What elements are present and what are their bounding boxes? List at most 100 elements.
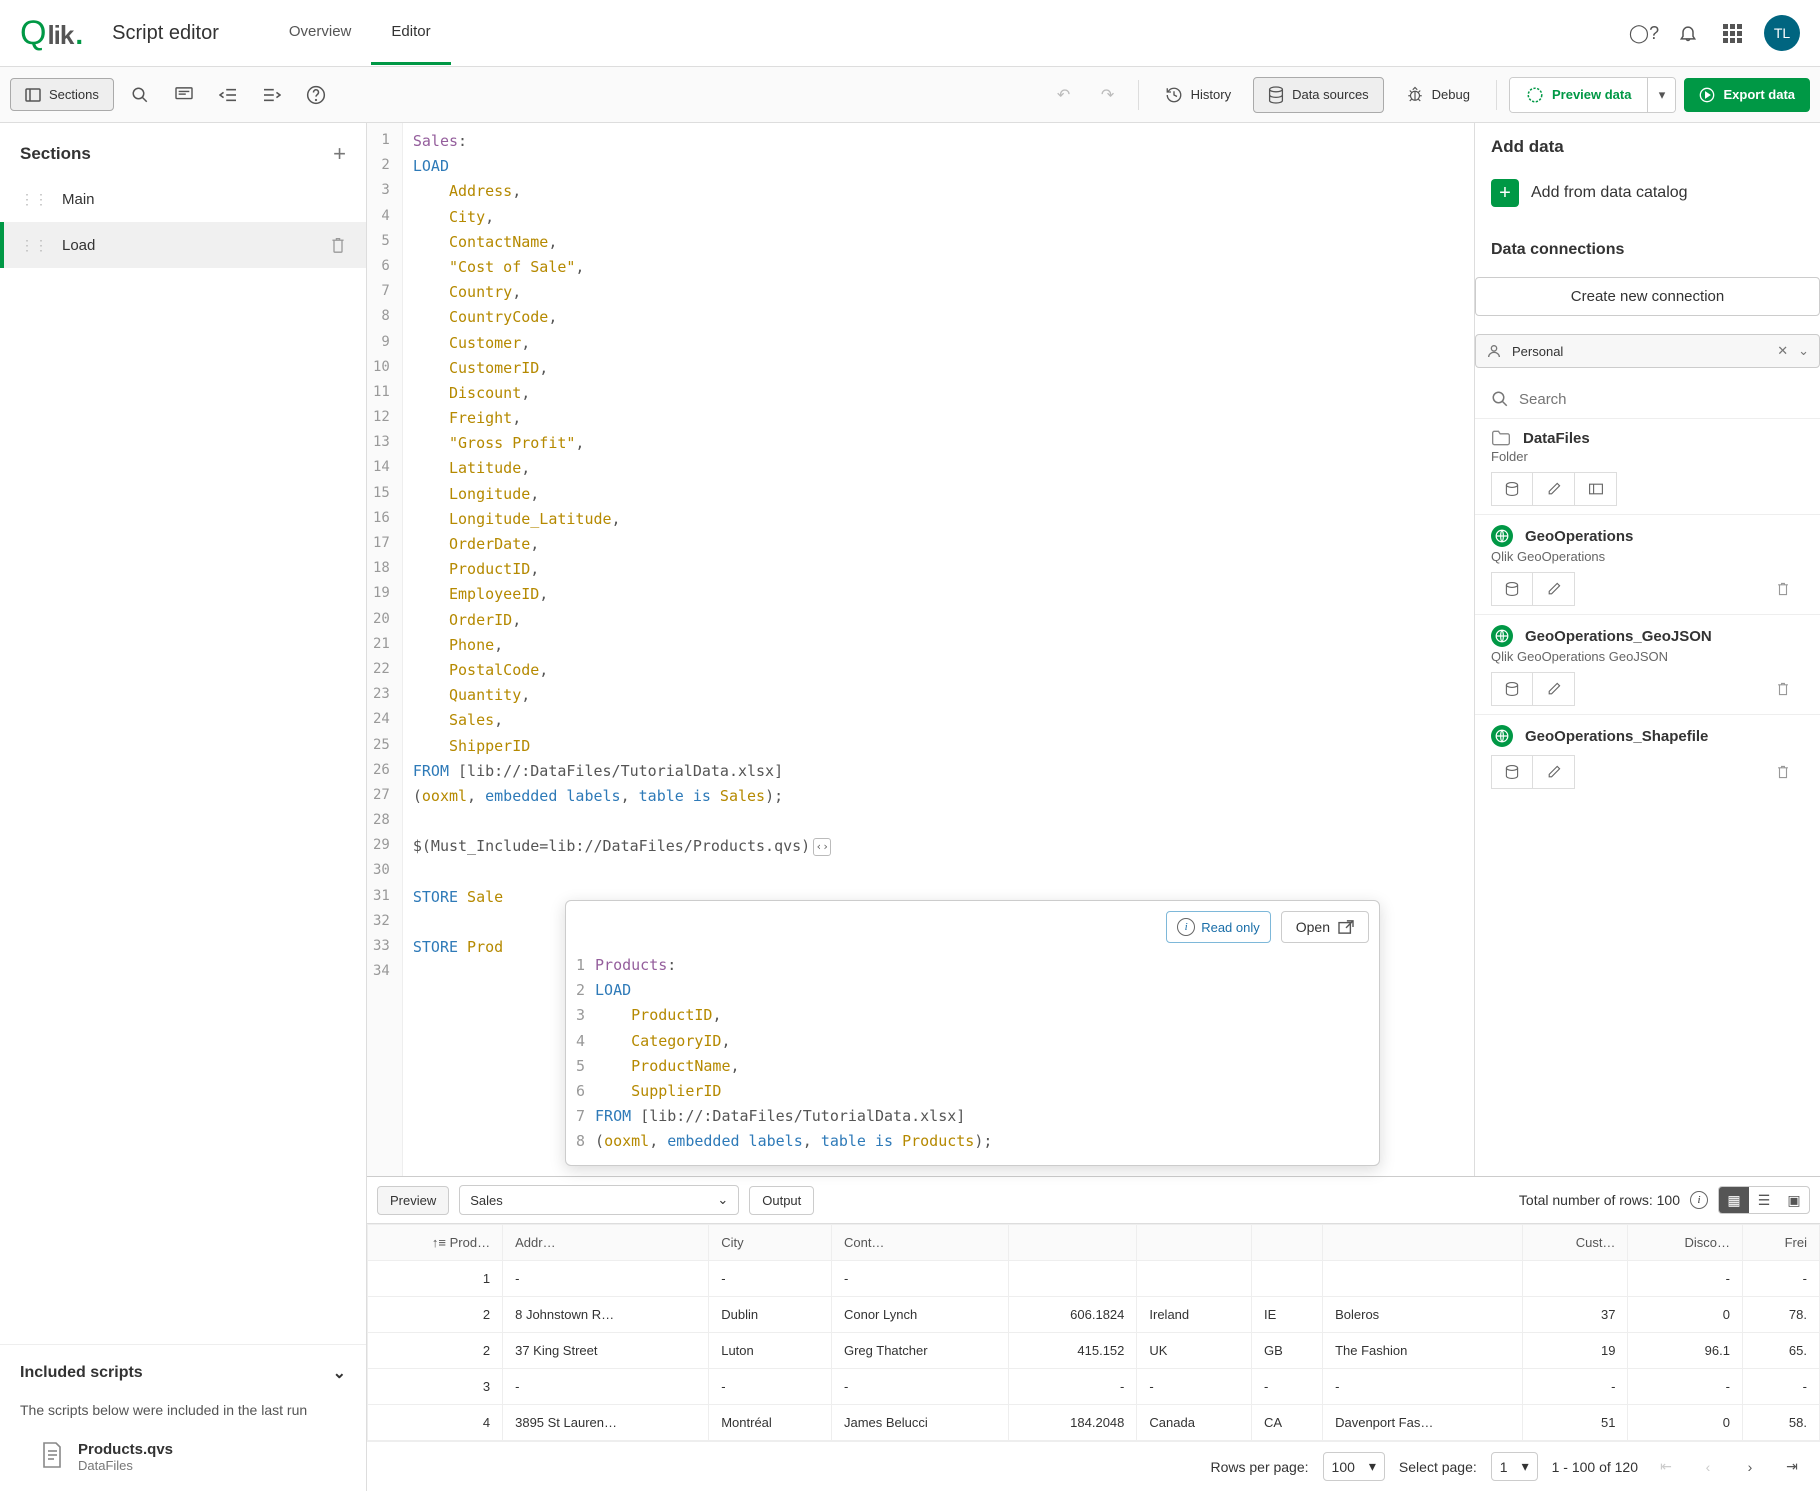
rows-per-page-label: Rows per page: xyxy=(1210,1459,1308,1475)
connection-search-input[interactable] xyxy=(1519,391,1804,408)
sidebar-title: Sections xyxy=(20,144,91,164)
edit-icon[interactable] xyxy=(1533,572,1575,606)
column-header[interactable]: City xyxy=(709,1225,832,1261)
chevron-down-icon[interactable]: ⌄ xyxy=(1798,343,1809,359)
search-icon[interactable] xyxy=(122,77,158,113)
included-scripts-toggle[interactable]: Included scripts ⌄ xyxy=(0,1345,366,1401)
column-header[interactable] xyxy=(1251,1225,1322,1261)
script-file-icon xyxy=(40,1441,64,1469)
add-section-button[interactable]: + xyxy=(333,141,346,167)
preview-grid[interactable]: ↑≡ Prod…Addr…CityCont…Cust…Disco…Frei1--… xyxy=(367,1223,1820,1441)
select-data-icon[interactable] xyxy=(1491,672,1533,706)
sidebar: Sections + ⋮⋮Main⋮⋮Load Included scripts… xyxy=(0,123,367,1491)
column-header[interactable]: Cust… xyxy=(1523,1225,1628,1261)
sidebar-item-main[interactable]: ⋮⋮Main xyxy=(0,177,366,222)
next-page-button[interactable]: › xyxy=(1736,1453,1764,1481)
drag-handle-icon[interactable]: ⋮⋮ xyxy=(20,237,48,254)
select-page-label: Select page: xyxy=(1399,1459,1477,1475)
included-note: The scripts below were included in the l… xyxy=(0,1401,366,1435)
bell-icon[interactable] xyxy=(1676,21,1700,45)
apps-icon[interactable] xyxy=(1720,21,1744,45)
folder-icon xyxy=(1491,429,1511,447)
outdent-icon[interactable] xyxy=(210,77,246,113)
column-header[interactable]: Cont… xyxy=(831,1225,1008,1261)
page-select[interactable]: 1▾ xyxy=(1491,1452,1538,1481)
table-select[interactable]: Sales⌄ xyxy=(459,1185,739,1215)
space-selector[interactable]: Personal ✕ ⌄ xyxy=(1475,334,1820,368)
edit-icon[interactable] xyxy=(1533,755,1575,789)
include-chip-icon[interactable]: ‹› xyxy=(813,838,831,856)
table-row[interactable]: 1----- xyxy=(368,1261,1820,1297)
comment-icon[interactable] xyxy=(166,77,202,113)
drag-handle-icon[interactable]: ⋮⋮ xyxy=(20,191,48,208)
bug-icon xyxy=(1406,86,1424,104)
connection-item[interactable]: GeoOperations Qlik GeoOperations xyxy=(1475,514,1820,614)
column-header[interactable]: Disco… xyxy=(1628,1225,1743,1261)
delete-icon[interactable] xyxy=(1762,572,1804,606)
tab-overview[interactable]: Overview xyxy=(269,1,372,65)
delete-icon[interactable] xyxy=(330,236,346,254)
help-icon[interactable]: ◯? xyxy=(1632,21,1656,45)
delete-icon[interactable] xyxy=(1762,755,1804,789)
undo-icon[interactable]: ↶ xyxy=(1046,77,1082,113)
app-title: Script editor xyxy=(112,22,219,45)
data-sources-button[interactable]: Data sources xyxy=(1253,77,1384,113)
insert-icon[interactable] xyxy=(1575,472,1617,506)
open-button[interactable]: Open xyxy=(1281,911,1369,943)
output-tab-button[interactable]: Output xyxy=(749,1186,814,1215)
export-data-button[interactable]: Export data xyxy=(1684,78,1810,112)
prev-page-button[interactable]: ‹ xyxy=(1694,1453,1722,1481)
column-header[interactable] xyxy=(1008,1225,1137,1261)
table-row[interactable]: 237 King StreetLutonGreg Thatcher415.152… xyxy=(368,1333,1820,1369)
preview-panel: Preview Sales⌄ Output Total number of ro… xyxy=(367,1176,1820,1491)
table-view-icon[interactable]: ▦ xyxy=(1719,1187,1749,1213)
tab-editor[interactable]: Editor xyxy=(371,1,450,65)
sections-toggle[interactable]: Sections xyxy=(10,78,114,111)
preview-data-button[interactable]: Preview data xyxy=(1510,78,1648,112)
history-button[interactable]: History xyxy=(1151,78,1245,112)
column-header[interactable]: Frei xyxy=(1742,1225,1819,1261)
play-icon xyxy=(1699,87,1715,103)
redo-icon[interactable]: ↷ xyxy=(1090,77,1126,113)
data-sources-panel: Add data + Add from data catalog Data co… xyxy=(1474,123,1820,1176)
edit-icon[interactable] xyxy=(1533,472,1575,506)
avatar[interactable]: TL xyxy=(1764,15,1800,51)
connection-item[interactable]: GeoOperations_Shapefile xyxy=(1475,714,1820,797)
connection-item[interactable]: GeoOperations_GeoJSON Qlik GeoOperations… xyxy=(1475,614,1820,714)
column-header[interactable]: Addr… xyxy=(503,1225,709,1261)
sidebar-item-load[interactable]: ⋮⋮Load xyxy=(0,222,366,268)
clear-space-icon[interactable]: ✕ xyxy=(1777,343,1788,359)
include-preview-popup: i Read only Open 12345678 Products:LOAD … xyxy=(565,900,1380,1166)
list-view-icon[interactable]: ☰ xyxy=(1749,1187,1779,1213)
select-data-icon[interactable] xyxy=(1491,572,1533,606)
debug-button[interactable]: Debug xyxy=(1392,78,1484,112)
select-data-icon[interactable] xyxy=(1491,755,1533,789)
select-data-icon[interactable] xyxy=(1491,472,1533,506)
column-header[interactable] xyxy=(1137,1225,1252,1261)
delete-icon[interactable] xyxy=(1762,672,1804,706)
included-file[interactable]: Products.qvs DataFiles xyxy=(0,1435,366,1491)
database-icon xyxy=(1268,86,1284,104)
create-connection-button[interactable]: Create new connection xyxy=(1475,277,1820,316)
table-row[interactable]: 43895 St Lauren…MontréalJames Belucci184… xyxy=(368,1405,1820,1441)
connection-item[interactable]: DataFiles Folder xyxy=(1475,418,1820,514)
page-range: 1 - 100 of 120 xyxy=(1552,1459,1638,1475)
table-row[interactable]: 28 Johnstown R…DublinConor Lynch606.1824… xyxy=(368,1297,1820,1333)
sort-icon[interactable]: ↑≡ xyxy=(432,1235,446,1250)
grid-view-icon[interactable]: ▣ xyxy=(1779,1187,1809,1213)
indent-icon[interactable] xyxy=(254,77,290,113)
panel-icon xyxy=(25,88,41,102)
refresh-icon xyxy=(1526,86,1544,104)
help-circle-icon[interactable] xyxy=(298,77,334,113)
table-row[interactable]: 3---------- xyxy=(368,1369,1820,1405)
globe-icon xyxy=(1491,525,1513,547)
column-header[interactable] xyxy=(1323,1225,1523,1261)
first-page-button[interactable]: ⇤ xyxy=(1652,1453,1680,1481)
edit-icon[interactable] xyxy=(1533,672,1575,706)
preview-tab-button[interactable]: Preview xyxy=(377,1186,449,1215)
preview-data-dropdown[interactable]: ▾ xyxy=(1647,78,1675,112)
info-icon[interactable]: i xyxy=(1690,1191,1708,1209)
rows-per-page-select[interactable]: 100▾ xyxy=(1323,1452,1385,1481)
last-page-button[interactable]: ⇥ xyxy=(1778,1453,1806,1481)
add-from-catalog[interactable]: + Add from data catalog xyxy=(1475,171,1820,215)
